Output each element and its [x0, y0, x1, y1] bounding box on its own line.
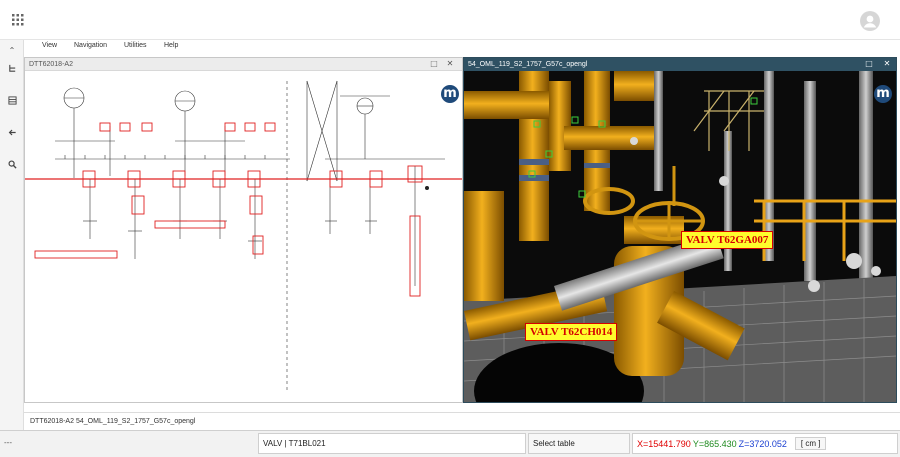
- pid-pane-header: DTT62018-A2 □ ✕: [25, 58, 462, 71]
- document-tabs: DTT62018-A2 54_OML_119_S2_1757_G57c_open…: [24, 412, 900, 430]
- restore-icon[interactable]: □: [429, 59, 439, 69]
- viewer-pane-title: 54_OML_119_S2_1757_G57c_opengl: [468, 61, 588, 68]
- coord-z: Z=3720.052: [738, 438, 787, 449]
- pid-pane-title: DTT62018-A2: [29, 60, 73, 68]
- valve-label-t62ch014[interactable]: VALV T62CH014: [525, 323, 618, 341]
- coord-x: X=15441.790: [637, 438, 691, 449]
- coordinate-readout: X=15441.790 Y=865.430 Z=3720.052 [ cm ]: [632, 433, 898, 454]
- search-icon[interactable]: [4, 156, 20, 172]
- app-window: ⌃ View Navigation Utilities Help DTT6201…: [0, 0, 900, 457]
- close-icon[interactable]: ✕: [882, 59, 892, 69]
- selected-object-text: VALV | T71BL021: [263, 439, 326, 448]
- status-left-text: ---: [4, 438, 12, 447]
- menu-bar: View Navigation Utilities Help: [24, 40, 900, 54]
- valve-label-t62ga007[interactable]: VALV T62GA007: [681, 231, 774, 249]
- tab-pid-drawing[interactable]: DTT62018-A2: [30, 418, 74, 425]
- viewer-logo-icon: m: [441, 85, 459, 103]
- unit-selector[interactable]: [ cm ]: [794, 437, 827, 450]
- pid-drawing-pane: DTT62018-A2 □ ✕ m: [24, 57, 463, 403]
- restore-icon[interactable]: □: [864, 59, 874, 69]
- select-table-button[interactable]: Select table: [528, 433, 630, 454]
- menu-utilities[interactable]: Utilities: [124, 42, 147, 49]
- status-bar: --- VALV | T71BL021 Select table X=15441…: [0, 430, 900, 457]
- menu-navigation[interactable]: Navigation: [74, 42, 107, 49]
- select-table-label: Select table: [533, 439, 575, 448]
- apps-grid-icon[interactable]: [12, 14, 24, 26]
- layers-icon[interactable]: [4, 92, 20, 108]
- close-icon[interactable]: ✕: [445, 59, 455, 69]
- left-toolbar: ⌃: [0, 40, 24, 432]
- pid-drawing-canvas[interactable]: [25, 71, 462, 402]
- menu-help[interactable]: Help: [164, 42, 178, 49]
- collapse-chevron-icon[interactable]: ⌃: [4, 42, 20, 58]
- user-icon: [860, 11, 880, 31]
- user-avatar[interactable]: [860, 11, 880, 31]
- tree-icon[interactable]: [4, 60, 20, 76]
- 3d-viewer-pane: 54_OML_119_S2_1757_G57c_opengl □ ✕ m VAL…: [463, 57, 897, 403]
- 3d-scene-canvas[interactable]: [464, 71, 896, 402]
- tab-3d-model[interactable]: 54_OML_119_S2_1757_G57c_opengl: [76, 418, 195, 425]
- viewer-logo-icon: m: [874, 85, 892, 103]
- selection-field: VALV | T71BL021: [258, 433, 526, 454]
- coord-y: Y=865.430: [692, 438, 737, 449]
- top-bar: [0, 0, 900, 40]
- viewer-pane-header: 54_OML_119_S2_1757_G57c_opengl □ ✕: [464, 58, 896, 71]
- back-arrow-icon[interactable]: [4, 124, 20, 140]
- menu-view[interactable]: View: [42, 42, 57, 49]
